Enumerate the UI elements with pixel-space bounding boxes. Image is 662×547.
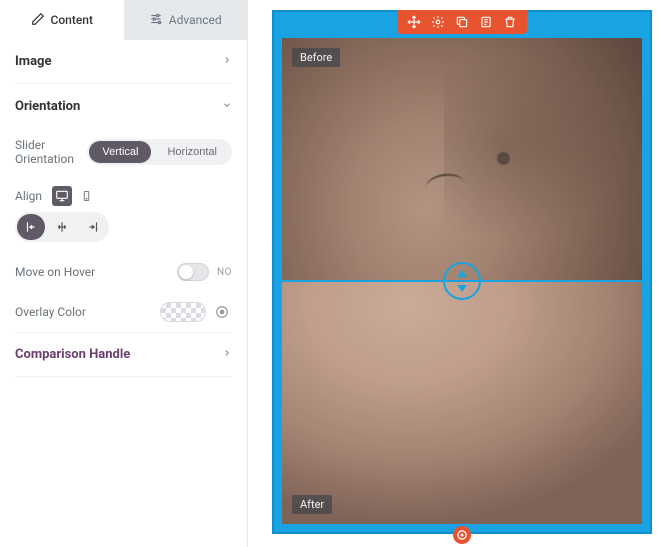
pencil-icon: [31, 12, 45, 29]
section-orientation-title: Orientation: [15, 99, 80, 114]
device-mobile-icon[interactable]: [76, 186, 96, 206]
slider-orientation-label: Slider Orientation: [15, 138, 87, 166]
move-on-hover-toggle[interactable]: [177, 263, 209, 281]
tab-content-label: Content: [51, 13, 93, 27]
orientation-horizontal-button[interactable]: Horizontal: [154, 141, 230, 163]
align-toggle: [15, 212, 109, 242]
copy-icon[interactable]: [479, 15, 493, 29]
section-orientation[interactable]: Orientation: [15, 84, 232, 128]
move-on-hover-state: NO: [217, 267, 232, 278]
before-badge: Before: [292, 48, 340, 67]
chevron-down-icon: [222, 99, 232, 114]
section-image-title: Image: [15, 54, 51, 69]
align-right-button[interactable]: [79, 214, 107, 240]
slider-orientation-toggle: Vertical Horizontal: [87, 139, 232, 165]
chevron-right-icon: [222, 54, 232, 69]
section-image[interactable]: Image: [15, 40, 232, 84]
after-badge: After: [292, 495, 332, 514]
add-widget-button[interactable]: [453, 526, 471, 544]
align-label: Align: [15, 189, 42, 203]
section-comparison-handle[interactable]: Comparison Handle: [15, 333, 232, 377]
duplicate-icon[interactable]: [455, 15, 469, 29]
comparison-widget: Before After: [282, 38, 642, 524]
comparison-handle[interactable]: [443, 262, 481, 300]
move-icon[interactable]: [407, 15, 421, 29]
chevron-right-icon: [222, 347, 232, 362]
device-desktop-icon[interactable]: [52, 186, 72, 206]
align-left-button[interactable]: [17, 214, 45, 240]
tab-advanced[interactable]: Advanced: [124, 0, 248, 40]
color-picker-icon[interactable]: [212, 302, 232, 322]
trash-icon[interactable]: [503, 15, 517, 29]
align-center-button[interactable]: [48, 214, 76, 240]
overlay-color-label: Overlay Color: [15, 305, 86, 319]
widget-toolbar: [397, 10, 527, 34]
sliders-icon: [149, 12, 163, 29]
widget-frame[interactable]: Before After: [272, 10, 652, 534]
hover-label: Move on Hover: [15, 265, 95, 279]
gear-icon[interactable]: [431, 15, 445, 29]
tab-content[interactable]: Content: [0, 0, 124, 40]
section-comparison-title: Comparison Handle: [15, 347, 130, 362]
orientation-vertical-button[interactable]: Vertical: [89, 141, 151, 163]
overlay-color-swatch[interactable]: [160, 302, 206, 322]
after-image: [282, 281, 642, 524]
tab-advanced-label: Advanced: [169, 13, 222, 27]
